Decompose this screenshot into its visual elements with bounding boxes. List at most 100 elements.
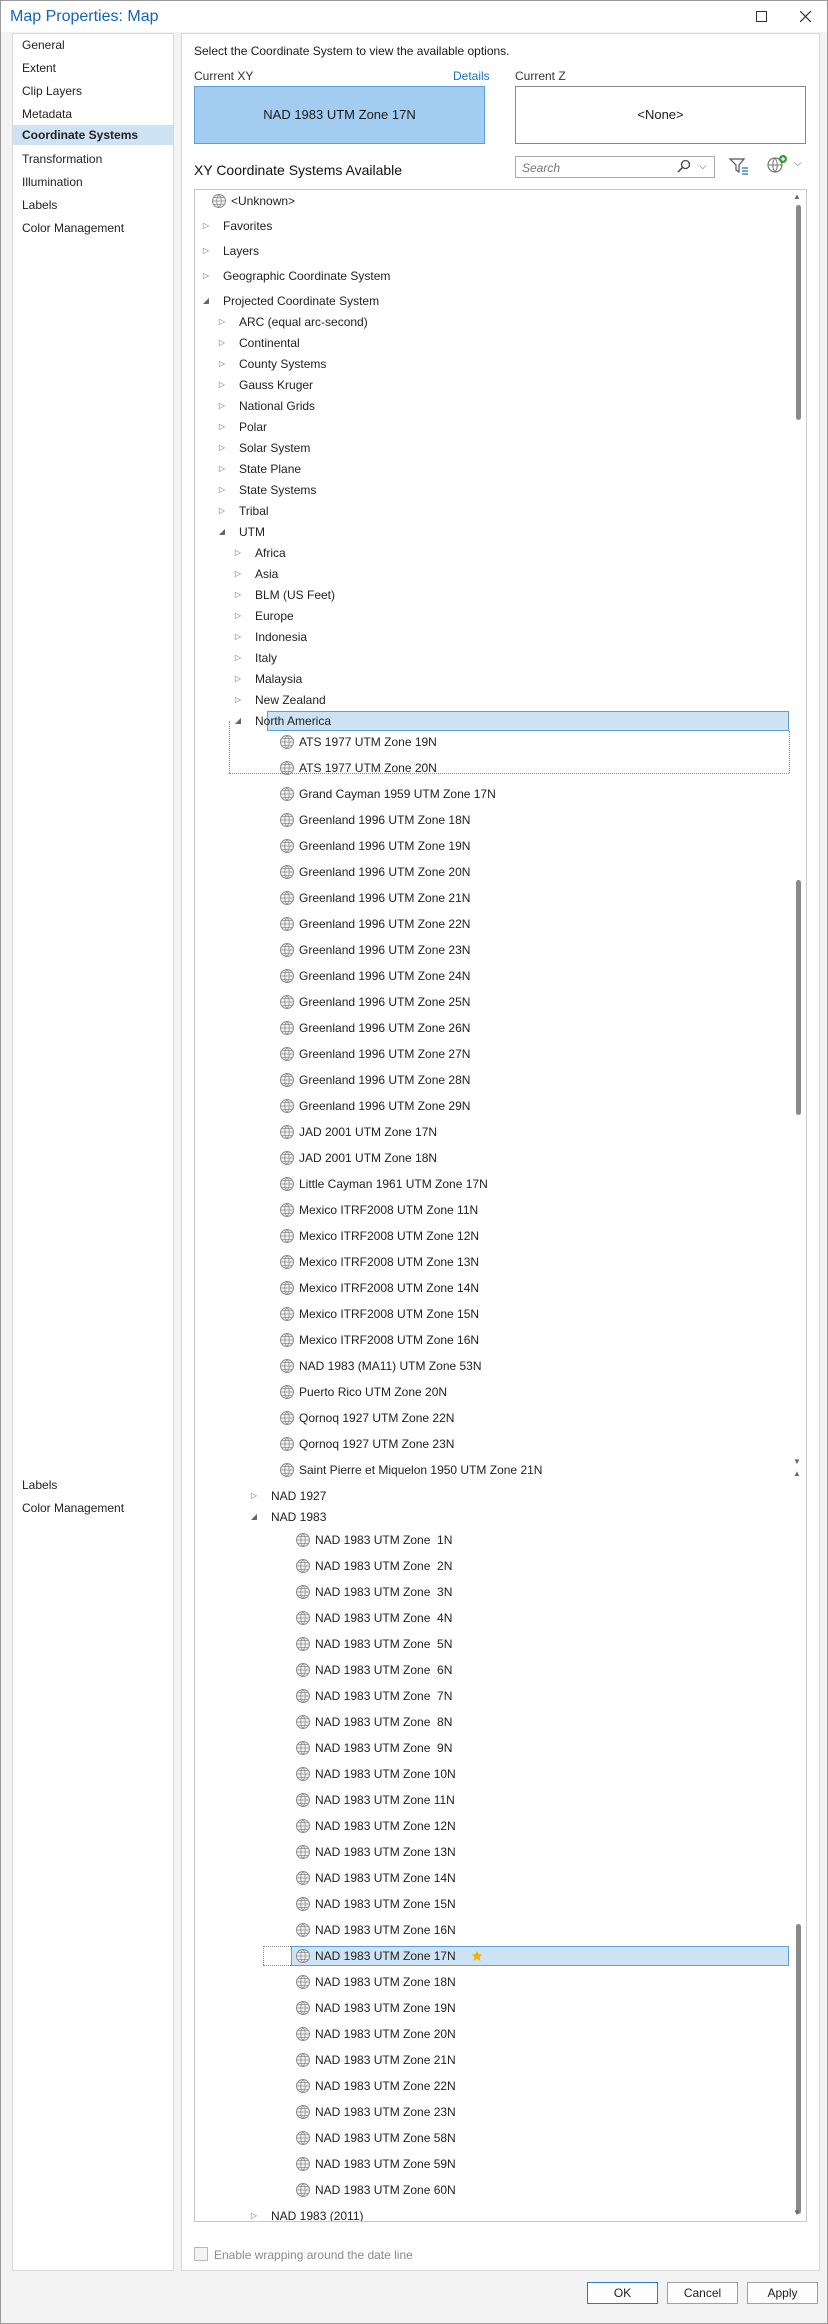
coordinate-system-item[interactable]: NAD 1983 UTM Zone 23N	[315, 2102, 456, 2122]
expand-arrow-icon[interactable]: ▷	[217, 354, 227, 374]
tree-folder[interactable]: North America	[255, 711, 331, 731]
tree-folder[interactable]: Solar System	[239, 438, 310, 458]
expand-arrow-icon[interactable]: ▷	[233, 564, 243, 584]
tree-folder[interactable]: BLM (US Feet)	[255, 585, 335, 605]
nav-color-management-duplicate[interactable]: Color Management	[13, 1498, 173, 1518]
coordinate-system-item[interactable]: NAD 1983 UTM Zone 15N	[315, 1894, 456, 1914]
coordinate-system-item[interactable]: Grand Cayman 1959 UTM Zone 17N	[299, 784, 496, 804]
coordinate-system-item[interactable]: Mexico ITRF2008 UTM Zone 16N	[299, 1330, 479, 1350]
coordinate-system-item[interactable]: Greenland 1996 UTM Zone 28N	[299, 1070, 470, 1090]
tree-folder[interactable]: Italy	[255, 648, 277, 668]
coordinate-system-item[interactable]: Mexico ITRF2008 UTM Zone 14N	[299, 1278, 479, 1298]
expand-arrow-icon[interactable]: ▷	[217, 333, 227, 353]
expand-arrow-icon[interactable]: ▷	[233, 585, 243, 605]
search-box[interactable]: ⌵	[515, 156, 715, 178]
coordinate-system-item[interactable]: Greenland 1996 UTM Zone 19N	[299, 836, 470, 856]
coordinate-system-item[interactable]: <Unknown>	[231, 191, 295, 211]
coordinate-system-item[interactable]: NAD 1983 UTM Zone 17N	[315, 1946, 456, 1966]
tree-folder[interactable]: Europe	[255, 606, 294, 626]
tree-folder[interactable]: Africa	[255, 543, 286, 563]
tree-scrollbar[interactable]: ▲ ▼ ▲ ▼	[790, 190, 806, 2221]
coordinate-system-item[interactable]: Saint Pierre et Miquelon 1950 UTM Zone 2…	[299, 1460, 542, 1480]
coordinate-system-item[interactable]: NAD 1983 UTM Zone 1N	[315, 1530, 452, 1550]
nav-clip-layers[interactable]: Clip Layers	[13, 81, 173, 101]
coordinate-system-item[interactable]: NAD 1983 UTM Zone 12N	[315, 1816, 456, 1836]
search-icon[interactable]	[677, 159, 691, 173]
expand-arrow-icon[interactable]: ▷	[249, 2206, 259, 2221]
tree-folder[interactable]: Geographic Coordinate System	[223, 266, 390, 286]
coordinate-system-item[interactable]: Greenland 1996 UTM Zone 23N	[299, 940, 470, 960]
current-xy-box[interactable]: NAD 1983 UTM Zone 17N	[194, 86, 485, 144]
coordinate-system-item[interactable]: JAD 2001 UTM Zone 17N	[299, 1122, 437, 1142]
coordinate-system-item[interactable]: NAD 1983 UTM Zone 9N	[315, 1738, 452, 1758]
coordinate-system-item[interactable]: NAD 1983 UTM Zone 22N	[315, 2076, 456, 2096]
coordinate-system-item[interactable]: Mexico ITRF2008 UTM Zone 15N	[299, 1304, 479, 1324]
coordinate-system-item[interactable]: NAD 1983 UTM Zone 8N	[315, 1712, 452, 1732]
tree-folder[interactable]: Continental	[239, 333, 300, 353]
expand-arrow-icon[interactable]: ▷	[217, 312, 227, 332]
coordinate-system-item[interactable]: NAD 1983 UTM Zone 7N	[315, 1686, 452, 1706]
coordinate-system-item[interactable]: Qornoq 1927 UTM Zone 22N	[299, 1408, 454, 1428]
close-button[interactable]	[790, 5, 820, 29]
add-coordinate-system-icon[interactable]	[766, 154, 788, 176]
coordinate-system-item[interactable]: NAD 1983 UTM Zone 10N	[315, 1764, 456, 1784]
ok-button[interactable]: OK	[587, 2282, 658, 2304]
expand-arrow-icon[interactable]: ▷	[217, 417, 227, 437]
filter-icon[interactable]	[729, 157, 749, 175]
expand-arrow-icon[interactable]: ▷	[201, 266, 211, 286]
coordinate-system-item[interactable]: NAD 1983 UTM Zone 5N	[315, 1634, 452, 1654]
coordinate-system-item[interactable]: Puerto Rico UTM Zone 20N	[299, 1382, 447, 1402]
coordinate-system-item[interactable]: NAD 1983 UTM Zone 11N	[315, 1790, 455, 1810]
expand-arrow-icon[interactable]: ▷	[201, 216, 211, 236]
scroll-up-icon[interactable]: ▲	[793, 1469, 801, 1478]
checkbox-icon[interactable]	[194, 2247, 208, 2261]
nav-color-management[interactable]: Color Management	[13, 218, 173, 238]
expand-arrow-icon[interactable]: ▷	[217, 438, 227, 458]
search-input[interactable]	[520, 159, 672, 177]
coordinate-system-item[interactable]: Greenland 1996 UTM Zone 25N	[299, 992, 470, 1012]
expand-arrow-icon[interactable]: ▷	[217, 459, 227, 479]
coordinate-system-item[interactable]: NAD 1983 UTM Zone 58N	[315, 2128, 456, 2148]
collapse-arrow-icon[interactable]: ◢	[249, 1507, 259, 1527]
coordinate-system-item[interactable]: Greenland 1996 UTM Zone 26N	[299, 1018, 470, 1038]
expand-arrow-icon[interactable]: ▷	[233, 648, 243, 668]
tree-folder[interactable]: State Systems	[239, 480, 316, 500]
coordinate-system-item[interactable]: NAD 1983 UTM Zone 14N	[315, 1868, 456, 1888]
collapse-arrow-icon[interactable]: ◢	[217, 522, 227, 542]
nav-illumination[interactable]: Illumination	[13, 172, 173, 192]
coordinate-system-item[interactable]: Mexico ITRF2008 UTM Zone 11N	[299, 1200, 478, 1220]
coordinate-system-item[interactable]: NAD 1983 UTM Zone 6N	[315, 1660, 452, 1680]
coordinate-system-item[interactable]: NAD 1983 UTM Zone 3N	[315, 1582, 452, 1602]
coordinate-system-item[interactable]: NAD 1983 UTM Zone 2N	[315, 1556, 452, 1576]
tree-folder[interactable]: Polar	[239, 417, 267, 437]
nav-extent[interactable]: Extent	[13, 58, 173, 78]
tree-folder[interactable]: Malaysia	[255, 669, 302, 689]
coordinate-system-item[interactable]: Greenland 1996 UTM Zone 22N	[299, 914, 470, 934]
expand-arrow-icon[interactable]: ▷	[217, 501, 227, 521]
scroll-down-icon[interactable]: ▼	[793, 1457, 801, 1466]
collapse-arrow-icon[interactable]: ◢	[233, 711, 243, 731]
scroll-thumb[interactable]	[796, 1924, 801, 2214]
scroll-thumb[interactable]	[796, 205, 801, 420]
coordinate-system-tree[interactable]: ▲ ▼ ▲ ▼ <Unknown> ▷ Favorites ▷ Layers ▷ Geogr…	[194, 189, 807, 2222]
tree-folder[interactable]: Favorites	[223, 216, 272, 236]
cancel-button[interactable]: Cancel	[667, 2282, 738, 2304]
scroll-down-icon[interactable]: ▼	[793, 2208, 801, 2217]
expand-arrow-icon[interactable]: ▷	[217, 396, 227, 416]
coordinate-system-item[interactable]: NAD 1983 (MA11) UTM Zone 53N	[299, 1356, 482, 1376]
tree-folder[interactable]: Tribal	[239, 501, 269, 521]
coordinate-system-item[interactable]: Greenland 1996 UTM Zone 29N	[299, 1096, 470, 1116]
maximize-button[interactable]	[746, 5, 776, 29]
current-z-box[interactable]: <None>	[515, 86, 806, 144]
coordinate-system-item[interactable]: Greenland 1996 UTM Zone 21N	[299, 888, 470, 908]
details-link[interactable]: Details	[453, 69, 490, 83]
coordinate-system-item[interactable]: Qornoq 1927 UTM Zone 23N	[299, 1434, 454, 1454]
tree-folder[interactable]: Gauss Kruger	[239, 375, 313, 395]
coordinate-system-item[interactable]: ATS 1977 UTM Zone 19N	[299, 732, 437, 752]
expand-arrow-icon[interactable]: ▷	[233, 627, 243, 647]
tree-folder[interactable]: NAD 1927	[271, 1486, 326, 1506]
expand-arrow-icon[interactable]: ▷	[233, 669, 243, 689]
expand-arrow-icon[interactable]: ▷	[233, 543, 243, 563]
coordinate-system-item[interactable]: Greenland 1996 UTM Zone 27N	[299, 1044, 470, 1064]
coordinate-system-item[interactable]: Little Cayman 1961 UTM Zone 17N	[299, 1174, 488, 1194]
